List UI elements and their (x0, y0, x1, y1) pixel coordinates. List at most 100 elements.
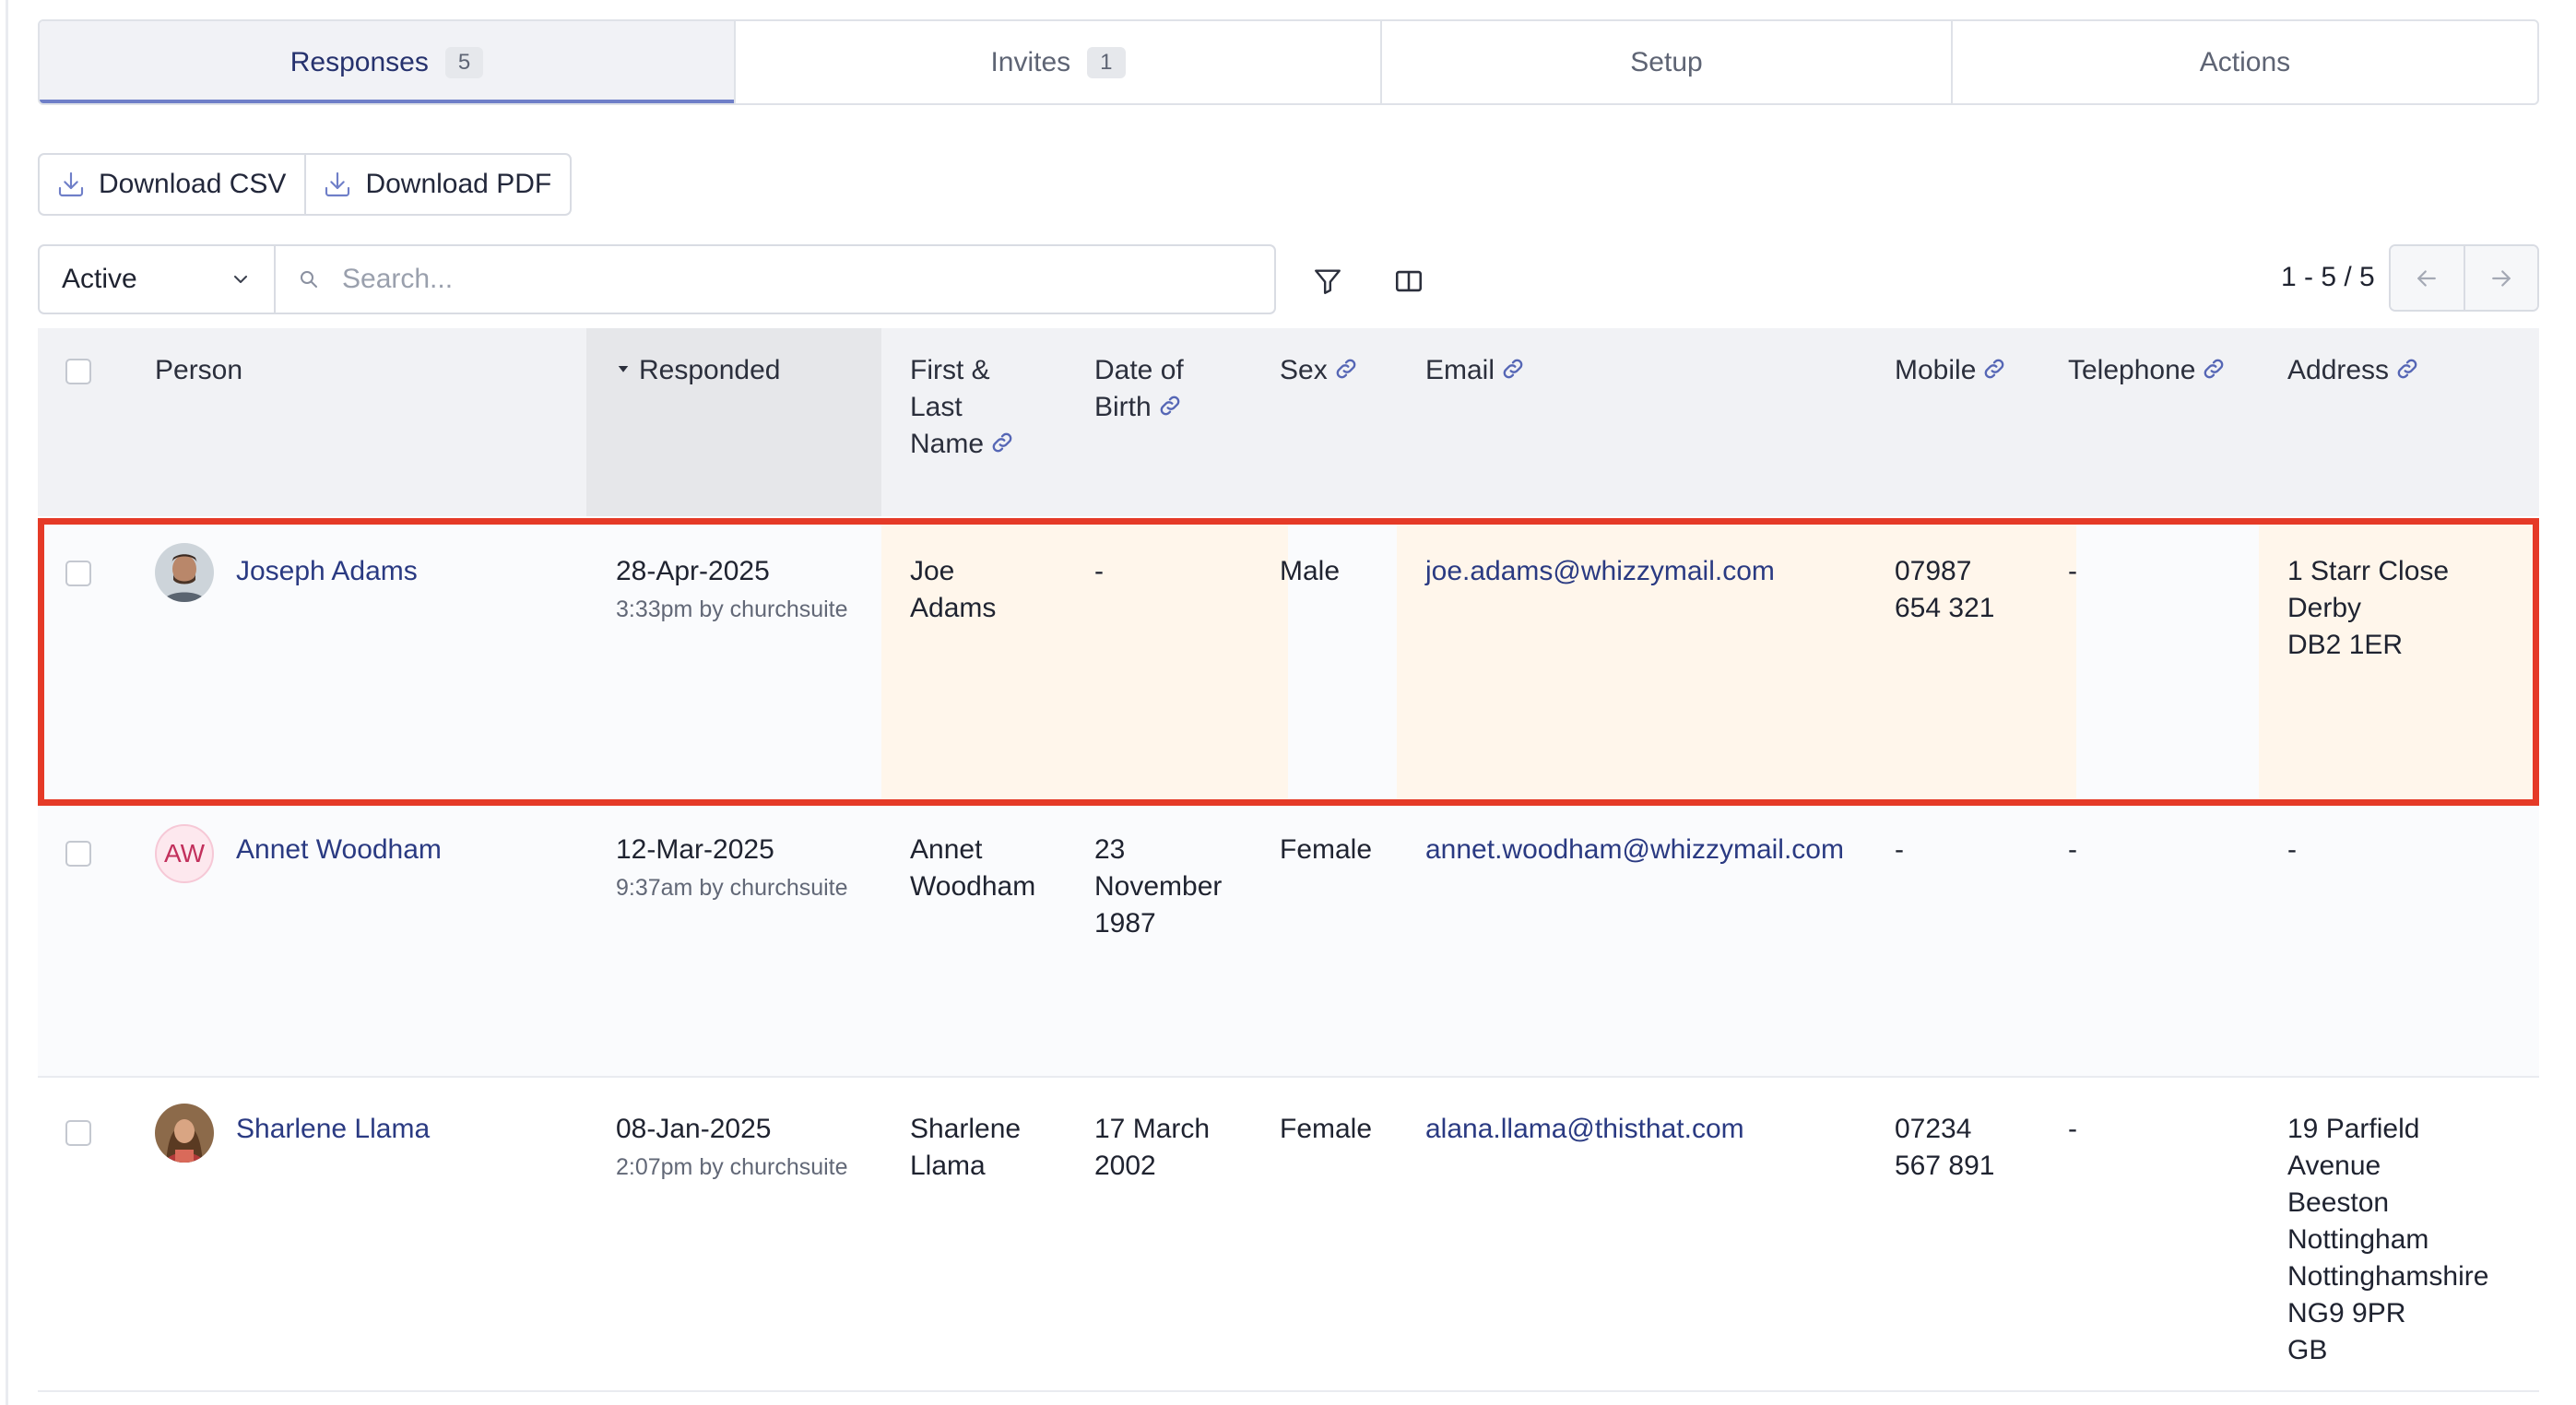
person-name-link[interactable]: Sharlene Llama (236, 1111, 430, 1148)
header-line: Birth (1094, 389, 1184, 426)
prev-page-button[interactable] (2391, 246, 2464, 310)
header-text: Telephone (2068, 355, 2196, 385)
link-icon (992, 432, 1012, 453)
link-icon (2397, 359, 2417, 379)
download-icon (325, 171, 350, 197)
col-person[interactable]: Person (155, 352, 242, 389)
pagination-range: 1 - 5 / 5 (2281, 262, 2375, 292)
table-row[interactable]: Sharlene Llama 08-Jan-2025 2:07pm by chu… (38, 1078, 2539, 1392)
avatar (155, 1104, 214, 1163)
table-row[interactable]: AW Annet Woodham 12-Mar-2025 9:37am by c… (38, 806, 2539, 1078)
col-sex[interactable]: Sex (1280, 352, 1359, 389)
email-link[interactable]: annet.woodham@whizzymail.com (1425, 832, 1844, 868)
link-icon (1985, 359, 2004, 379)
row-checkbox[interactable] (65, 841, 91, 867)
text-line: Nottingham (2287, 1224, 2429, 1255)
tab-setup[interactable]: Setup (1382, 21, 1953, 103)
text-line: 2002 (1094, 1151, 1156, 1181)
download-icon (58, 171, 84, 197)
mobile: - (1895, 834, 1904, 865)
address: - (2287, 834, 2297, 865)
col-telephone[interactable]: Telephone (2068, 352, 2227, 389)
header-text: Address (2287, 355, 2390, 385)
text-line: 567 891 (1895, 1151, 1995, 1181)
header-line: First & (910, 355, 990, 385)
responded-by: 9:37am by churchsuite (616, 875, 848, 901)
arrow-left-icon (2417, 269, 2437, 287)
tab-invites[interactable]: Invites 1 (736, 21, 1382, 103)
tab-bar: Responses 5 Invites 1 Setup Actions (38, 19, 2539, 105)
text-line: Avenue (2287, 1151, 2381, 1181)
status-select-value: Active (62, 264, 137, 294)
col-email[interactable]: Email (1425, 352, 1526, 389)
col-address[interactable]: Address (2287, 352, 2420, 389)
columns-button[interactable] (1386, 258, 1432, 304)
tab-label: Setup (1630, 46, 1703, 77)
sort-desc-icon (618, 366, 629, 372)
text-line: 17 March (1094, 1114, 1211, 1144)
text-line: Sharlene (910, 1114, 1022, 1144)
tab-count-badge: 1 (1087, 46, 1126, 78)
responded-date: 08-Jan-2025 (616, 1114, 772, 1144)
date-of-birth: 23 November 1987 (1094, 832, 1222, 942)
tab-label: Actions (2199, 46, 2291, 77)
tab-actions[interactable]: Actions (1953, 21, 2537, 103)
text-line: 1987 (1094, 908, 1156, 939)
status-select[interactable]: Active (40, 246, 276, 313)
col-responded[interactable]: Responded (615, 352, 780, 389)
first-last-name: Sharlene Llama (910, 1111, 1021, 1185)
chevron-down-icon (234, 276, 247, 283)
text-line: November (1094, 871, 1223, 902)
download-pdf-button[interactable]: Download PDF (304, 155, 570, 214)
link-icon (1336, 359, 1356, 379)
row-checkbox[interactable] (65, 1120, 91, 1146)
filter-bar: Active (38, 244, 1276, 314)
pagination-controls (2389, 244, 2539, 312)
search-box (276, 246, 1274, 313)
tab-count-badge: 5 (444, 46, 484, 78)
text-line: NG9 9PR (2287, 1298, 2406, 1328)
address: 19 Parfield Avenue Beeston Nottingham No… (2287, 1111, 2488, 1369)
columns-icon (1395, 270, 1423, 292)
first-last-name: Annet Woodham (910, 832, 1035, 905)
col-first-last-name[interactable]: First & Last Name (910, 352, 1015, 463)
responded-by: 2:07pm by churchsuite (616, 1154, 848, 1180)
select-all-checkbox[interactable] (65, 359, 91, 384)
header-text: Email (1425, 355, 1495, 385)
text-line: 07234 (1895, 1114, 1972, 1144)
link-icon (2204, 359, 2224, 379)
download-pdf-label: Download PDF (365, 169, 552, 199)
download-button-group: Download CSV Download PDF (38, 153, 573, 216)
sex: Female (1280, 834, 1373, 865)
header-text: Birth (1094, 392, 1152, 422)
responded-date: 12-Mar-2025 (616, 834, 774, 865)
telephone: - (2068, 834, 2077, 865)
link-icon (1160, 396, 1180, 416)
link-icon (1503, 359, 1523, 379)
col-dob[interactable]: Date of Birth (1094, 352, 1184, 426)
next-page-button[interactable] (2463, 246, 2537, 310)
header-line: Last (910, 392, 963, 422)
email-link[interactable]: alana.llama@thisthat.com (1425, 1111, 1744, 1148)
download-csv-button[interactable]: Download CSV (40, 155, 304, 214)
search-icon (301, 271, 317, 288)
person-name-link[interactable]: Annet Woodham (236, 832, 442, 868)
header-line: Date of (1094, 355, 1184, 385)
header-text: Name (910, 429, 985, 459)
highlight-outline (38, 518, 2539, 806)
text-line: Annet (910, 834, 983, 865)
text-line: 23 (1094, 834, 1126, 865)
tab-responses[interactable]: Responses 5 (40, 21, 736, 103)
avatar: AW (155, 824, 214, 883)
text-line: GB (2287, 1335, 2328, 1365)
col-responded-label: Responded (639, 355, 781, 385)
text-line: Woodham (910, 871, 1036, 902)
tab-label: Responses (290, 46, 429, 77)
col-mobile[interactable]: Mobile (1895, 352, 2007, 389)
filter-button[interactable] (1305, 258, 1351, 304)
download-csv-label: Download CSV (99, 169, 287, 199)
search-input[interactable] (340, 263, 1174, 296)
header-text: Sex (1280, 355, 1328, 385)
tab-label: Invites (990, 46, 1071, 77)
date-of-birth: 17 March 2002 (1094, 1111, 1210, 1185)
